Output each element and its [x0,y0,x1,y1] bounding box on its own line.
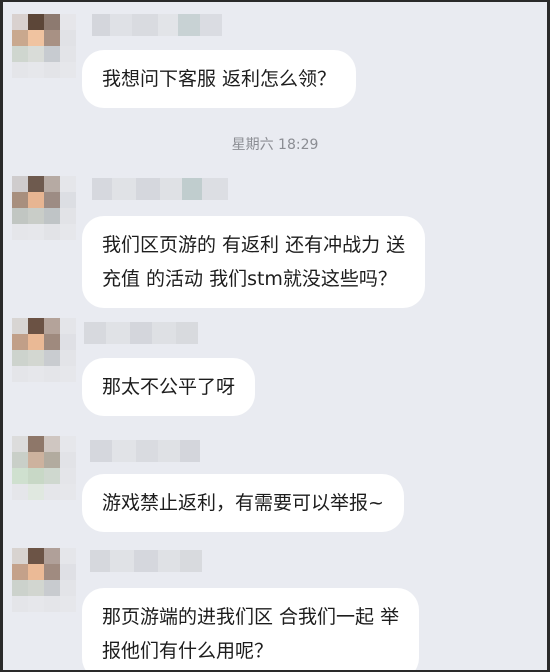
message-text: 报他们有什么用呢？ [102,640,274,662]
avatar[interactable] [12,176,76,240]
message-bubble[interactable]: 我们区页游的 有返利 还有冲战力 送 充值 的活动 我们stm就没这些吗？ [82,216,426,308]
message-text: 游戏禁止返利，有需要可以举报~ [102,492,384,514]
sender-name-blurred [84,322,198,344]
message-bubble[interactable]: 那太不公平了呀 [82,358,256,416]
sender-name-blurred [90,550,202,572]
message-text: 我们区页游的 有返利 还有冲战力 送 [102,234,406,256]
avatar[interactable] [12,318,76,382]
message-text: 那页游端的进我们区 合我们一起 举 [102,606,400,628]
message-text: 充值 的活动 我们stm就没这些吗？ [102,268,397,290]
sender-name-blurred [92,178,228,200]
sender-name-blurred [92,14,222,36]
sender-name-blurred [90,440,200,462]
message-text: 那太不公平了呀 [102,376,236,398]
avatar[interactable] [12,14,76,78]
message-bubble[interactable]: 那页游端的进我们区 合我们一起 举 报他们有什么用呢？ [82,588,420,672]
avatar[interactable] [12,436,76,500]
message-bubble[interactable]: 我想问下客服 返利怎么领？ [82,50,357,108]
message-bubble[interactable]: 游戏禁止返利，有需要可以举报~ [82,474,404,532]
timestamp: 星期六 18:29 [231,137,319,153]
avatar[interactable] [12,548,76,612]
message-text: 我想问下客服 返利怎么领？ [102,68,337,90]
